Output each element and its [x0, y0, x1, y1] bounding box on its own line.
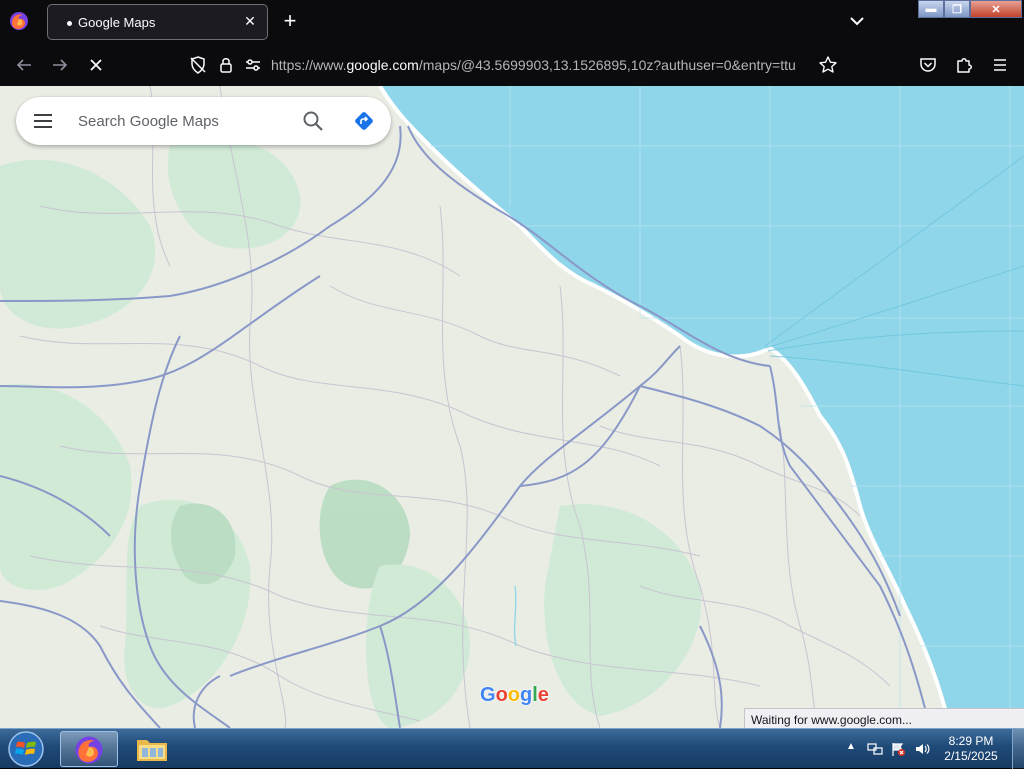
permissions-icon[interactable] — [243, 55, 263, 75]
tab-google-maps[interactable]: Google Maps ✕ — [47, 4, 268, 40]
google-logo-letter: G — [480, 684, 496, 706]
new-tab-button[interactable]: + — [280, 10, 300, 32]
stop-loading-icon[interactable] — [86, 55, 106, 75]
tracking-protection-icon[interactable] — [188, 55, 208, 75]
bookmark-star-icon[interactable] — [818, 55, 838, 75]
tray-overflow-button[interactable]: ▲ — [846, 741, 856, 752]
tab-list-chevron-icon[interactable] — [848, 12, 866, 30]
close-window-button[interactable]: ✕ — [970, 0, 1022, 18]
search-box — [16, 97, 391, 145]
firefox-logo-icon — [10, 12, 28, 30]
search-icon[interactable] — [302, 110, 324, 132]
file-explorer-icon — [137, 740, 167, 761]
status-panel: Waiting for www.google.com... — [744, 708, 1024, 728]
windows-start-icon[interactable] — [6, 730, 46, 768]
forward-arrow-icon[interactable] — [50, 55, 70, 75]
google-logo-letter: o — [495, 684, 508, 706]
network-icon[interactable] — [867, 741, 883, 757]
hamburger-menu-icon[interactable] — [32, 111, 54, 131]
search-input[interactable] — [78, 109, 288, 133]
url-domain: google.com — [346, 57, 419, 73]
taskbar-firefox-button[interactable] — [60, 731, 118, 767]
directions-icon[interactable] — [352, 109, 376, 133]
navigation-toolbar: https://www.google.com/maps/@43.5699903,… — [0, 44, 1024, 86]
volume-icon[interactable] — [914, 741, 930, 757]
url-path: /maps/@43.5699903,13.1526895,10z?authuse… — [418, 57, 796, 73]
maximize-button[interactable]: ❐ — [944, 0, 970, 18]
minimize-button[interactable]: ▬ — [918, 0, 944, 18]
map-terrain[interactable] — [0, 86, 1024, 728]
url-text[interactable]: https://www.google.com/maps/@43.5699903,… — [271, 57, 811, 73]
window-controls: ▬ ❐ ✕ — [918, 0, 1022, 18]
tab-title: Google Maps — [78, 15, 156, 30]
clock[interactable]: 8:29 PM 2/15/2025 — [938, 734, 1004, 764]
lock-icon[interactable] — [216, 55, 236, 75]
back-arrow-icon[interactable] — [14, 55, 34, 75]
flag-icon[interactable] — [890, 741, 906, 757]
pocket-icon[interactable] — [918, 55, 938, 75]
tab-close-button[interactable]: ✕ — [242, 13, 258, 29]
url-bar[interactable]: https://www.google.com/maps/@43.5699903,… — [180, 48, 848, 82]
clock-date: 2/15/2025 — [944, 749, 998, 763]
tab-loading-indicator — [67, 21, 72, 26]
google-logo-letter: e — [537, 684, 549, 706]
url-prefix: https://www. — [271, 57, 347, 73]
map-canvas[interactable]: Google Waiting for www.google.com... — [0, 86, 1024, 728]
firefox-taskbar-icon — [75, 736, 103, 764]
clock-time: 8:29 PM — [948, 734, 994, 748]
app-menu-icon[interactable] — [990, 55, 1010, 75]
taskbar-explorer-button[interactable] — [124, 731, 182, 767]
google-logo-letter: g — [520, 684, 533, 706]
rivers — [513, 585, 517, 647]
show-desktop-button[interactable] — [1012, 729, 1024, 769]
taskbar: ▲ 8:29 PM 2/15/2025 — [0, 728, 1024, 769]
tab-bar: Google Maps ✕ + ▬ ❐ ✕ — [0, 0, 1024, 44]
extensions-icon[interactable] — [954, 55, 974, 75]
google-logo: Google — [480, 684, 549, 707]
google-logo-letter: o — [507, 684, 520, 706]
